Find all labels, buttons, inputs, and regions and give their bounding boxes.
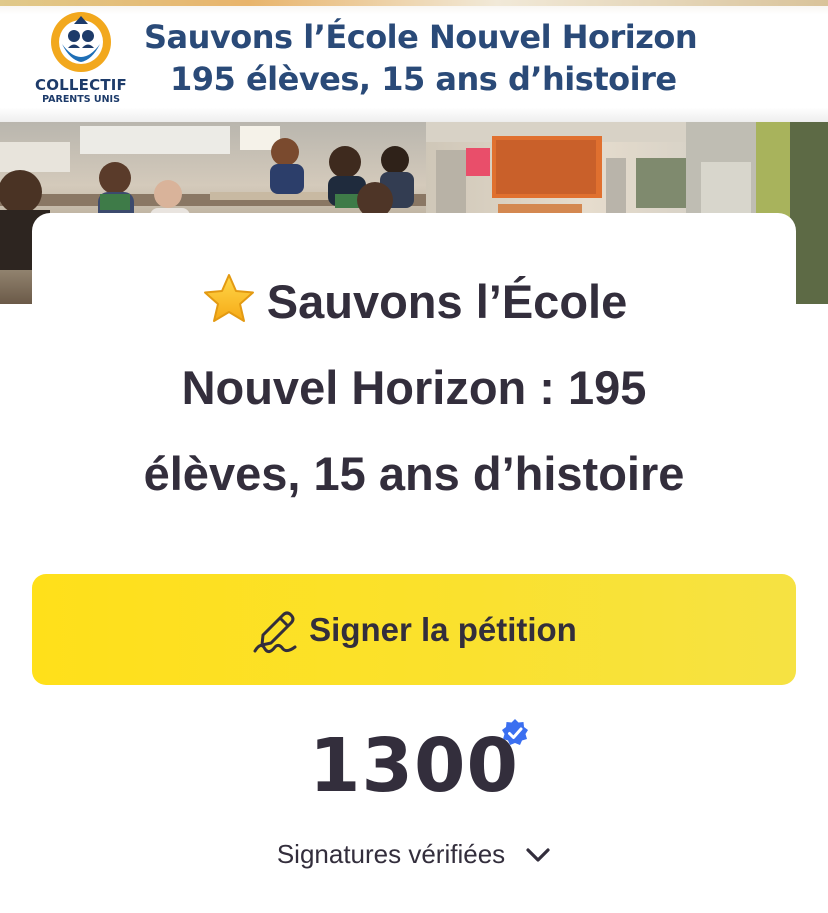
title-line-2: Nouvel Horizon : 195 [181, 361, 647, 414]
banner-top-strip [0, 0, 828, 6]
chevron-down-icon [526, 847, 550, 862]
sign-button-label: Signer la pétition [309, 610, 577, 648]
banner-headline-2: 195 élèves, 15 ans d’histoire [170, 60, 677, 98]
logo-emblem-icon [51, 12, 111, 72]
title-line-1: Sauvons l’École [266, 275, 628, 328]
star-icon [203, 274, 254, 322]
sign-petition-button[interactable]: Signer la pétition [32, 574, 796, 685]
logo-text-parents: PARENTS UNIS [42, 94, 120, 105]
petition-card: Sauvons l’École Nouvel Horizon : 195 élè… [32, 213, 796, 913]
collectif-logo: COLLECTIF PARENTS UNIS [22, 8, 140, 116]
logo-text-collectif: COLLECTIF [35, 76, 127, 94]
banner-headline-1: Sauvons l’École Nouvel Horizon [144, 18, 698, 56]
pen-signature-icon [253, 611, 297, 653]
signature-count: 1300 [309, 723, 519, 809]
banner-header: COLLECTIF PARENTS UNIS Sauvons l’École N… [0, 0, 828, 122]
title-line-3: élèves, 15 ans d’histoire [143, 447, 685, 500]
signatures-label: Signatures vérifiées [276, 839, 506, 869]
verified-badge-icon [502, 719, 528, 745]
signatures-toggle[interactable]: Signatures vérifiées [32, 839, 796, 870]
petition-title: Sauvons l’École Nouvel Horizon : 195 élè… [32, 259, 796, 517]
